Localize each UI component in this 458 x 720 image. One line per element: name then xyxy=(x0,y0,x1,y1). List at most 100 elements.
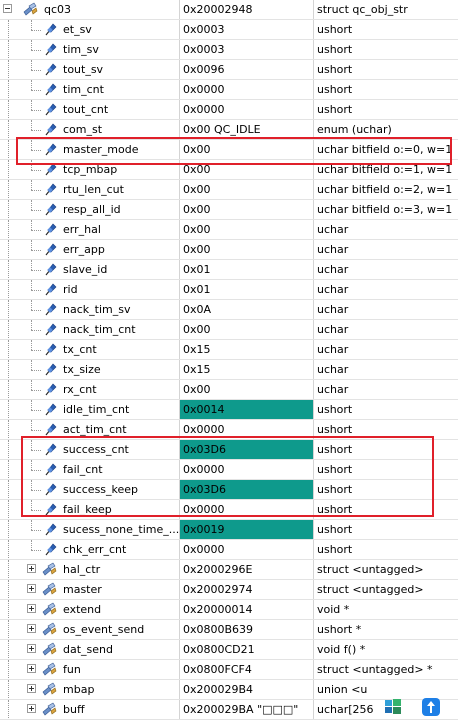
value-cell[interactable]: 0x0003 xyxy=(180,20,314,39)
name-cell[interactable]: qc03 xyxy=(0,0,180,19)
tree-row-extend[interactable]: extend 0x20000014 void * xyxy=(0,600,458,620)
tree-row-resp-all-id[interactable]: resp_all_id 0x00 uchar bitfield o:=3, w=1 xyxy=(0,200,458,220)
value-cell-changed[interactable]: 0x0014 xyxy=(180,400,314,419)
tree-row-master[interactable]: master 0x20002974 struct <untagged> xyxy=(0,580,458,600)
tree-row-tout-cnt[interactable]: tout_cnt 0x0000 ushort xyxy=(0,100,458,120)
name-cell[interactable]: tim_cnt xyxy=(0,80,180,99)
name-cell[interactable]: dat_send xyxy=(0,640,180,659)
value-cell[interactable]: 0x00 xyxy=(180,160,314,179)
tree-row-err-hal[interactable]: err_hal 0x00 uchar xyxy=(0,220,458,240)
tree-row-idle-tim-cnt[interactable]: idle_tim_cnt 0x0014 ushort xyxy=(0,400,458,420)
name-cell[interactable]: fail_keep xyxy=(0,500,180,519)
value-cell[interactable]: 0x00 xyxy=(180,140,314,159)
value-cell[interactable]: 0x15 xyxy=(180,360,314,379)
tree-row-fail-cnt[interactable]: fail_cnt 0x0000 ushort xyxy=(0,460,458,480)
value-cell-changed[interactable]: 0x0019 xyxy=(180,520,314,539)
name-cell[interactable]: success_cnt xyxy=(0,440,180,459)
tree-row-qc03[interactable]: qc03 0x20002948 struct qc_obj_str xyxy=(0,0,458,20)
tree-row-tcp-mbap[interactable]: tcp_mbap 0x00 uchar bitfield o:=1, w=1 xyxy=(0,160,458,180)
value-cell[interactable]: 0x00 xyxy=(180,320,314,339)
tree-row-chk-err-cnt[interactable]: chk_err_cnt 0x0000 ushort xyxy=(0,540,458,560)
tree-row-os-event-send[interactable]: os_event_send 0x0800B639 ushort * xyxy=(0,620,458,640)
tree-row-dat-send[interactable]: dat_send 0x0800CD21 void f() * xyxy=(0,640,458,660)
name-cell[interactable]: act_tim_cnt xyxy=(0,420,180,439)
tree-row-tx-cnt[interactable]: tx_cnt 0x15 uchar xyxy=(0,340,458,360)
name-cell[interactable]: os_event_send xyxy=(0,620,180,639)
name-cell[interactable]: err_hal xyxy=(0,220,180,239)
name-cell[interactable]: idle_tim_cnt xyxy=(0,400,180,419)
expand-plus-icon[interactable] xyxy=(27,604,36,613)
value-cell[interactable]: 0x0A xyxy=(180,300,314,319)
name-cell[interactable]: nack_tim_cnt xyxy=(0,320,180,339)
value-cell[interactable]: 0x20002974 xyxy=(180,580,314,599)
value-cell[interactable]: 0x0003 xyxy=(180,40,314,59)
name-cell[interactable]: com_st xyxy=(0,120,180,139)
tree-row-fun[interactable]: fun 0x0800FCF4 struct <untagged> * xyxy=(0,660,458,680)
collapse-minus-icon[interactable] xyxy=(3,4,12,13)
name-cell[interactable]: extend xyxy=(0,600,180,619)
app-logo-icon[interactable] xyxy=(421,697,441,717)
tree-row-master-mode[interactable]: master_mode 0x00 uchar bitfield o:=0, w=1 xyxy=(0,140,458,160)
name-cell[interactable]: hal_ctr xyxy=(0,560,180,579)
name-cell[interactable]: tx_size xyxy=(0,360,180,379)
value-cell[interactable]: 0x0000 xyxy=(180,80,314,99)
value-cell[interactable]: 0x0000 xyxy=(180,500,314,519)
expand-plus-icon[interactable] xyxy=(27,584,36,593)
tree-row-err-app[interactable]: err_app 0x00 uchar xyxy=(0,240,458,260)
name-cell[interactable]: master xyxy=(0,580,180,599)
name-cell[interactable]: rid xyxy=(0,280,180,299)
windows-logo-icon[interactable] xyxy=(383,697,403,717)
tree-row-fail-keep[interactable]: fail_keep 0x0000 ushort xyxy=(0,500,458,520)
value-cell[interactable]: 0x200029BA "□□□" xyxy=(180,700,314,719)
name-cell[interactable]: et_sv xyxy=(0,20,180,39)
tree-row-nack-tim-sv[interactable]: nack_tim_sv 0x0A uchar xyxy=(0,300,458,320)
value-cell[interactable]: 0x0000 xyxy=(180,100,314,119)
value-cell[interactable]: 0x20000014 xyxy=(180,600,314,619)
name-cell[interactable]: buff xyxy=(0,700,180,719)
value-cell[interactable]: 0x200029B4 xyxy=(180,680,314,699)
tree-row-tx-size[interactable]: tx_size 0x15 uchar xyxy=(0,360,458,380)
name-cell[interactable]: tout_sv xyxy=(0,60,180,79)
name-cell[interactable]: success_keep xyxy=(0,480,180,499)
name-cell[interactable]: resp_all_id xyxy=(0,200,180,219)
value-cell[interactable]: 0x20002948 xyxy=(180,0,314,19)
value-cell[interactable]: 0x00 xyxy=(180,180,314,199)
value-cell[interactable]: 0x01 xyxy=(180,280,314,299)
name-cell[interactable]: tim_sv xyxy=(0,40,180,59)
name-cell[interactable]: master_mode xyxy=(0,140,180,159)
expand-plus-icon[interactable] xyxy=(27,644,36,653)
value-cell[interactable]: 0x0000 xyxy=(180,420,314,439)
value-cell[interactable]: 0x00 xyxy=(180,220,314,239)
name-cell[interactable]: fun xyxy=(0,660,180,679)
tree-row-com-st[interactable]: com_st 0x00 QC_IDLE enum (uchar) xyxy=(0,120,458,140)
value-cell[interactable]: 0x0800CD21 xyxy=(180,640,314,659)
name-cell[interactable]: slave_id xyxy=(0,260,180,279)
tree-row-slave-id[interactable]: slave_id 0x01 uchar xyxy=(0,260,458,280)
tree-row-tim-cnt[interactable]: tim_cnt 0x0000 ushort xyxy=(0,80,458,100)
name-cell[interactable]: tcp_mbap xyxy=(0,160,180,179)
tree-row-success-keep[interactable]: success_keep 0x03D6 ushort xyxy=(0,480,458,500)
name-cell[interactable]: mbap xyxy=(0,680,180,699)
value-cell[interactable]: 0x01 xyxy=(180,260,314,279)
value-cell[interactable]: 0x0000 xyxy=(180,540,314,559)
name-cell[interactable]: tout_cnt xyxy=(0,100,180,119)
tree-row-rtu-len-cut[interactable]: rtu_len_cut 0x00 uchar bitfield o:=2, w=1 xyxy=(0,180,458,200)
tree-row-success-cnt[interactable]: success_cnt 0x03D6 ushort xyxy=(0,440,458,460)
value-cell[interactable]: 0x00 xyxy=(180,200,314,219)
value-cell[interactable]: 0x0800B639 xyxy=(180,620,314,639)
name-cell[interactable]: chk_err_cnt xyxy=(0,540,180,559)
tree-row-sucess-none-time[interactable]: sucess_none_time_... 0x0019 ushort xyxy=(0,520,458,540)
name-cell[interactable]: sucess_none_time_... xyxy=(0,520,180,539)
value-cell-changed[interactable]: 0x03D6 xyxy=(180,440,314,459)
expand-plus-icon[interactable] xyxy=(27,564,36,573)
tree-row-rx-cnt[interactable]: rx_cnt 0x00 uchar xyxy=(0,380,458,400)
tree-row-tout-sv[interactable]: tout_sv 0x0096 ushort xyxy=(0,60,458,80)
value-cell[interactable]: 0x0000 xyxy=(180,460,314,479)
expand-plus-icon[interactable] xyxy=(27,704,36,713)
value-cell[interactable]: 0x15 xyxy=(180,340,314,359)
name-cell[interactable]: rtu_len_cut xyxy=(0,180,180,199)
expand-plus-icon[interactable] xyxy=(27,624,36,633)
value-cell[interactable]: 0x00 QC_IDLE xyxy=(180,120,314,139)
value-cell[interactable]: 0x0096 xyxy=(180,60,314,79)
tree-row-rid[interactable]: rid 0x01 uchar xyxy=(0,280,458,300)
